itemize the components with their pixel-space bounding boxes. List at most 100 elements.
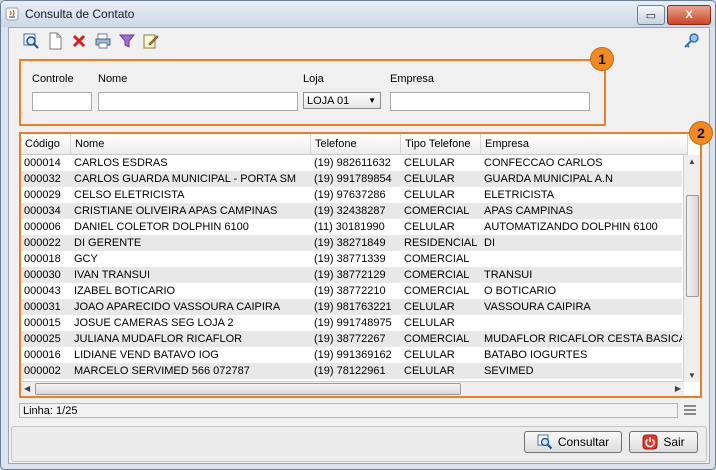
scroll-down-icon[interactable]: ▼ <box>688 371 696 380</box>
close-button[interactable]: X <box>667 5 711 25</box>
column-header-empresa[interactable]: Empresa <box>481 134 688 154</box>
cell-telefone: (19) 38271849 <box>314 237 386 249</box>
vertical-scrollbar[interactable]: ▲ ▼ <box>683 155 700 382</box>
scroll-up-icon[interactable]: ▲ <box>688 157 696 166</box>
cell-nome: CARLOS ESDRAS <box>74 157 168 169</box>
column-header-telefone[interactable]: Telefone <box>311 134 401 154</box>
column-header-tipo-telefone[interactable]: Tipo Telefone <box>401 134 481 154</box>
table-row[interactable]: 000031 JOAO APARECIDO VASSOURA CAIPIRA (19… <box>21 299 682 315</box>
cell-telefone: (19) 991748975 <box>314 317 392 329</box>
vertical-scroll-thumb[interactable] <box>686 195 699 297</box>
horizontal-scrollbar[interactable]: ◀ ▶ <box>21 381 684 396</box>
cell-telefone: (19) 38772210 <box>314 285 386 297</box>
print-icon <box>95 33 111 49</box>
filter-icon <box>118 34 136 48</box>
cell-telefone: (19) 38772267 <box>314 333 386 345</box>
row-position-text: Linha: 1/25 <box>23 405 78 417</box>
key-button[interactable] <box>681 31 701 51</box>
cell-tipo-telefone: COMERCIAL <box>404 285 470 297</box>
cell-telefone: (19) 38771339 <box>314 253 386 265</box>
status-bar: Linha: 1/25 <box>19 403 678 418</box>
table-row[interactable]: 000030 IVAN TRANSUI (19) 38772129 COMERCIAL… <box>21 267 682 283</box>
sair-button[interactable]: Sair <box>629 431 698 453</box>
table-row[interactable]: 000034 CRISTIANE OLIVEIRA APAS CAMPINAS (1… <box>21 203 682 219</box>
filter-button[interactable] <box>117 31 137 51</box>
table-row[interactable]: 000032 CARLOS GUARDA MUNICIPAL - PORTA SM… <box>21 171 682 187</box>
content-area: Controle Nome Loja Empresa LOJA 01 ▼ 1 C… <box>8 27 713 464</box>
cell-empresa: MUDAFLOR RICAFLOR CESTA BASICA <box>484 333 682 345</box>
cell-tipo-telefone: CELULAR <box>404 157 455 169</box>
search-button[interactable] <box>21 31 41 51</box>
cell-empresa: TRANSUI <box>484 269 533 281</box>
cell-codigo: 000015 <box>24 317 61 329</box>
table-row[interactable]: 000015 JOSUE CAMERAS SEG LOJA 2 (19) 99174… <box>21 315 682 331</box>
cell-nome: MARCELO SERVIMED 566 072787 <box>74 365 250 377</box>
restore-icon: ▭ <box>645 9 657 22</box>
controle-label: Controle <box>32 73 74 85</box>
cell-codigo: 000030 <box>24 269 61 281</box>
table-row[interactable]: 000002 MARCELO SERVIMED 566 072787 (19) 78… <box>21 363 682 379</box>
table-row[interactable]: 000018 GCY (19) 38771339 COMERCIAL <box>21 251 682 267</box>
edit-icon <box>143 34 159 49</box>
cell-empresa: AUTOMATIZANDO DOLPHIN 6100 <box>484 221 658 233</box>
cell-codigo: 000006 <box>24 221 61 233</box>
table-row[interactable]: 000043 IZABEL BOTICARIO (19) 38772210 COMER… <box>21 283 682 299</box>
consultar-button[interactable]: Consultar <box>524 431 622 453</box>
menu-icon[interactable] <box>684 405 696 415</box>
horizontal-scroll-thumb[interactable] <box>35 383 461 395</box>
controle-input[interactable] <box>32 92 92 111</box>
new-button[interactable] <box>45 31 65 51</box>
search-icon <box>537 434 553 450</box>
table-row[interactable]: 000025 JULIANA MUDAFLOR RICAFLOR (19) 3877… <box>21 331 682 347</box>
cell-codigo: 000034 <box>24 205 61 217</box>
cell-codigo: 000018 <box>24 253 61 265</box>
table-row[interactable]: 000006 DANIEL COLETOR DOLPHIN 6100 (11) 30… <box>21 219 682 235</box>
cell-empresa: BATABO IOGURTES <box>484 349 588 361</box>
cell-tipo-telefone: CELULAR <box>404 349 455 361</box>
cell-tipo-telefone: CELULAR <box>404 189 455 201</box>
cell-nome: IVAN TRANSUI <box>74 269 150 281</box>
nome-input[interactable] <box>98 92 298 111</box>
search-icon <box>23 33 39 49</box>
column-header-codigo[interactable]: Código <box>21 134 71 154</box>
cell-telefone: (19) 991789854 <box>314 173 392 185</box>
empresa-input[interactable] <box>390 92 590 111</box>
loja-select[interactable]: LOJA 01 ▼ <box>303 92 381 109</box>
table-row[interactable]: 000014 CARLOS ESDRAS (19) 982611632 CELULAR… <box>21 155 682 171</box>
cell-tipo-telefone: CELULAR <box>404 301 455 313</box>
cell-tipo-telefone: COMERCIAL <box>404 333 470 345</box>
window-title: Consulta de Contato <box>25 7 135 21</box>
column-header-nome[interactable]: Nome <box>71 134 311 154</box>
table-row[interactable]: 000022 DI GERENTE (19) 38271849 RESIDENCIAL… <box>21 235 682 251</box>
print-button[interactable] <box>93 31 113 51</box>
cell-empresa: APAS CAMPINAS <box>484 205 574 217</box>
cell-tipo-telefone: CELULAR <box>404 221 455 233</box>
restore-button[interactable]: ▭ <box>637 5 665 25</box>
java-app-icon <box>5 7 19 21</box>
title-bar[interactable]: Consulta de Contato ▭ X <box>1 1 715 27</box>
scroll-left-icon[interactable]: ◀ <box>24 384 30 393</box>
cell-codigo: 000002 <box>24 365 61 377</box>
table-row[interactable]: 000029 CELSO ELETRICISTA (19) 97637286 CELU… <box>21 187 682 203</box>
empresa-label: Empresa <box>390 73 435 85</box>
scroll-right-icon[interactable]: ▶ <box>675 384 681 393</box>
cell-empresa: DI <box>484 237 495 249</box>
cell-codigo: 000022 <box>24 237 61 249</box>
delete-button[interactable] <box>69 31 89 51</box>
cell-tipo-telefone: CELULAR <box>404 365 455 377</box>
callout-badge-1: 1 <box>590 47 614 71</box>
grid-header: Código Nome Telefone Tipo Telefone Empre… <box>21 134 688 155</box>
edit-button[interactable] <box>141 31 161 51</box>
cell-tipo-telefone: CELULAR <box>404 317 455 329</box>
window: Consulta de Contato ▭ X Controle Nome Lo… <box>0 0 716 470</box>
cell-empresa <box>481 251 682 267</box>
cell-codigo: 000014 <box>24 157 61 169</box>
cell-telefone: (19) 991369162 <box>314 349 392 361</box>
table-row[interactable]: 000016 LIDIANE VEND BATAVO IOG (19) 991369… <box>21 347 682 363</box>
cell-nome: DANIEL COLETOR DOLPHIN 6100 <box>74 221 249 233</box>
cell-telefone: (11) 30181990 <box>314 221 385 233</box>
delete-icon <box>72 34 86 48</box>
cell-telefone: (19) 78122961 <box>314 365 386 377</box>
grid-rows: 000014 CARLOS ESDRAS (19) 982611632 CELULAR… <box>21 155 682 379</box>
cell-nome: CRISTIANE OLIVEIRA APAS CAMPINAS <box>74 205 278 217</box>
